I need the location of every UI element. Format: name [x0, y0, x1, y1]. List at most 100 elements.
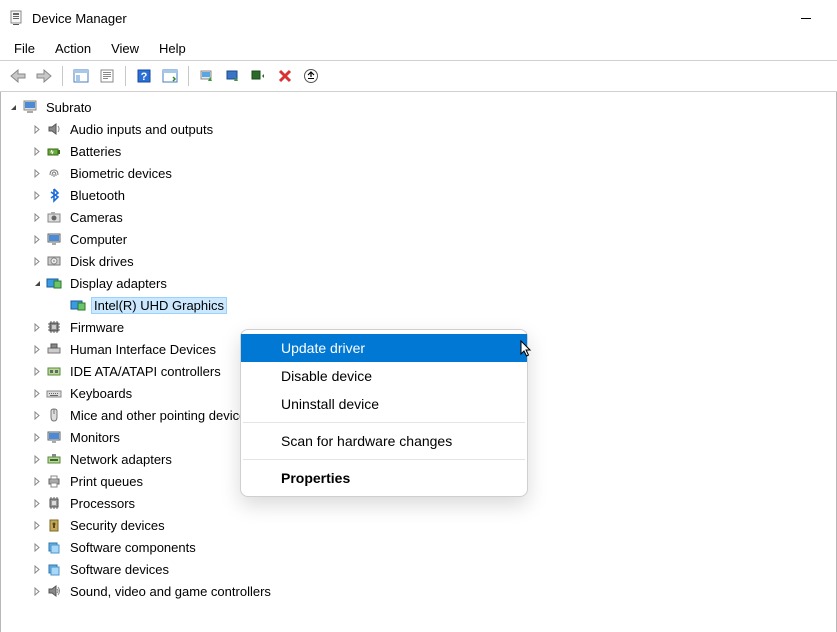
expand-arrow-icon[interactable] — [29, 165, 45, 181]
expand-arrow-icon[interactable] — [29, 319, 45, 335]
tree-node-label: Bluetooth — [67, 187, 128, 204]
back-button[interactable] — [6, 64, 30, 88]
ctx-scan-hardware[interactable]: Scan for hardware changes — [241, 427, 527, 455]
expand-arrow-icon[interactable] — [29, 583, 45, 599]
uninstall-device-button[interactable] — [273, 64, 297, 88]
expand-arrow-icon[interactable] — [29, 363, 45, 379]
tree-node-label: Intel(R) UHD Graphics — [91, 297, 227, 314]
tree-node-label: Sound, video and game controllers — [67, 583, 274, 600]
security-icon — [45, 516, 63, 534]
tree-node-label: Processors — [67, 495, 138, 512]
ctx-uninstall-device[interactable]: Uninstall device — [241, 390, 527, 418]
tree-node-label: Cameras — [67, 209, 126, 226]
enable-device-button[interactable] — [221, 64, 245, 88]
tree-node-label: Audio inputs and outputs — [67, 121, 216, 138]
monitor-icon — [45, 230, 63, 248]
menu-help[interactable]: Help — [149, 36, 196, 60]
collapse-arrow-icon[interactable] — [5, 99, 21, 115]
tree-node-label: Security devices — [67, 517, 168, 534]
minimize-button[interactable] — [783, 0, 829, 36]
tree-category-node[interactable]: Bluetooth — [1, 184, 836, 206]
expand-arrow-icon[interactable] — [29, 539, 45, 555]
update-driver-toolbar-button[interactable] — [195, 64, 219, 88]
toolbar-separator — [188, 66, 189, 86]
menu-file[interactable]: File — [4, 36, 45, 60]
tree-category-node[interactable]: Computer — [1, 228, 836, 250]
tree-node-label: Mice and other pointing devices — [67, 407, 256, 424]
tree-root-node[interactable]: Subrato — [1, 96, 836, 118]
tree-node-label: Disk drives — [67, 253, 137, 270]
ide-icon — [45, 362, 63, 380]
software-icon — [45, 560, 63, 578]
tree-category-node[interactable]: Sound, video and game controllers — [1, 580, 836, 602]
toolbar: ? — [0, 60, 837, 92]
expand-arrow-icon[interactable] — [29, 143, 45, 159]
titlebar: Device Manager — [0, 0, 837, 36]
show-hide-tree-button[interactable] — [69, 64, 93, 88]
printer-icon — [45, 472, 63, 490]
ctx-update-driver[interactable]: Update driver — [241, 334, 527, 362]
expand-arrow-icon[interactable] — [29, 473, 45, 489]
bluetooth-icon — [45, 186, 63, 204]
tree-device-node[interactable]: Intel(R) UHD Graphics — [1, 294, 836, 316]
no-arrow — [53, 297, 69, 313]
speaker-icon — [45, 120, 63, 138]
expand-arrow-icon[interactable] — [29, 385, 45, 401]
tree-category-node[interactable]: Biometric devices — [1, 162, 836, 184]
svg-text:?: ? — [141, 71, 148, 83]
disable-device-button[interactable] — [247, 64, 271, 88]
battery-icon — [45, 142, 63, 160]
tree-category-node[interactable]: Audio inputs and outputs — [1, 118, 836, 140]
tree-node-label: Network adapters — [67, 451, 175, 468]
expand-arrow-icon[interactable] — [29, 561, 45, 577]
tree-category-node[interactable]: Batteries — [1, 140, 836, 162]
cpu-icon — [45, 494, 63, 512]
properties-button[interactable] — [95, 64, 119, 88]
fingerprint-icon — [45, 164, 63, 182]
scan-hardware-button[interactable] — [158, 64, 182, 88]
tree-category-node[interactable]: Security devices — [1, 514, 836, 536]
menubar: File Action View Help — [0, 36, 837, 60]
software-icon — [45, 538, 63, 556]
device-manager-icon — [8, 10, 24, 26]
expand-arrow-icon[interactable] — [29, 209, 45, 225]
menu-view[interactable]: View — [101, 36, 149, 60]
tree-category-node[interactable]: Disk drives — [1, 250, 836, 272]
add-legacy-hardware-button[interactable] — [299, 64, 323, 88]
menu-action[interactable]: Action — [45, 36, 101, 60]
keyboard-icon — [45, 384, 63, 402]
expand-arrow-icon[interactable] — [29, 495, 45, 511]
expand-arrow-icon[interactable] — [29, 341, 45, 357]
ctx-separator — [243, 422, 525, 423]
tree-category-node[interactable]: Display adapters — [1, 272, 836, 294]
expand-arrow-icon[interactable] — [29, 407, 45, 423]
ctx-separator — [243, 459, 525, 460]
computer-icon — [21, 98, 39, 116]
tree-node-label: Human Interface Devices — [67, 341, 219, 358]
expand-arrow-icon[interactable] — [29, 253, 45, 269]
forward-button[interactable] — [32, 64, 56, 88]
ctx-disable-device[interactable]: Disable device — [241, 362, 527, 390]
tree-node-label: IDE ATA/ATAPI controllers — [67, 363, 224, 380]
tree-category-node[interactable]: Cameras — [1, 206, 836, 228]
tree-node-label: Software devices — [67, 561, 172, 578]
help-button[interactable]: ? — [132, 64, 156, 88]
expand-arrow-icon[interactable] — [29, 187, 45, 203]
collapse-arrow-icon[interactable] — [29, 275, 45, 291]
expand-arrow-icon[interactable] — [29, 517, 45, 533]
disk-icon — [45, 252, 63, 270]
toolbar-separator — [125, 66, 126, 86]
chip-icon — [45, 318, 63, 336]
camera-icon — [45, 208, 63, 226]
expand-arrow-icon[interactable] — [29, 231, 45, 247]
ctx-properties[interactable]: Properties — [241, 464, 527, 492]
mouse-icon — [45, 406, 63, 424]
tree-node-label: Firmware — [67, 319, 127, 336]
expand-arrow-icon[interactable] — [29, 451, 45, 467]
tree-category-node[interactable]: Software components — [1, 536, 836, 558]
tree-node-label: Print queues — [67, 473, 146, 490]
expand-arrow-icon[interactable] — [29, 121, 45, 137]
expand-arrow-icon[interactable] — [29, 429, 45, 445]
tree-category-node[interactable]: Software devices — [1, 558, 836, 580]
tree-node-label: Software components — [67, 539, 199, 556]
